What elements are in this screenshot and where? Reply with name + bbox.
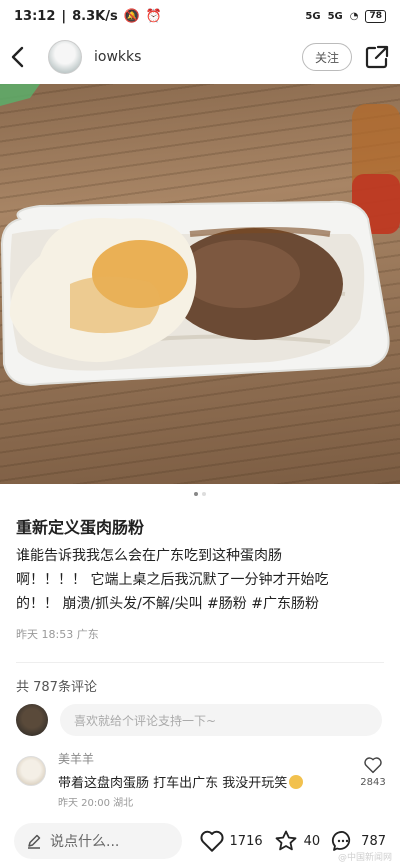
say-something-input[interactable]: 说点什么... <box>14 823 182 859</box>
signal-icon-2: 5G <box>327 10 343 22</box>
food-photo-illustration <box>0 84 400 386</box>
grin-emoji-icon <box>289 775 304 789</box>
comment-item[interactable]: 美羊羊 带着这盘肉蛋肠 打车出广东 我没开玩笑 昨天 20:00 湖北 2843 <box>16 750 388 810</box>
post-meta: 昨天 18:53 广东 <box>16 628 99 641</box>
author-avatar[interactable] <box>48 40 82 74</box>
carousel-indicator <box>0 492 400 496</box>
pencil-icon <box>28 834 41 849</box>
watermark: @中国新闻网 <box>337 853 392 863</box>
comment-text: 带着这盘肉蛋肠 打车出广东 我没开玩笑 <box>58 772 304 791</box>
like-button[interactable]: 1716 <box>199 829 263 853</box>
commenter-avatar[interactable] <box>16 756 46 786</box>
post-detail-page: 13:12 | 8.3K/s 🔕 ⏰ 5G 5G ◔ 78 iowkks 关注 <box>0 0 400 867</box>
post-body-line: 啊！！！！ 它端上桌之后我沉默了一分钟才开始吃 <box>16 572 329 588</box>
alarm-icon: ⏰ <box>145 8 163 24</box>
comment-meta: 昨天 20:00 湖北 <box>58 798 134 809</box>
mute-icon: 🔕 <box>123 8 140 24</box>
comment-input-row: 喜欢就给个评论支持一下~ <box>16 704 382 736</box>
like-count: 1716 <box>229 833 263 849</box>
heart-outline-icon <box>364 757 382 774</box>
wifi-icon: ◔ <box>349 10 359 22</box>
say-something-placeholder: 说点什么... <box>50 834 120 850</box>
post-header: iowkks 关注 <box>0 34 400 80</box>
my-avatar <box>16 704 48 736</box>
follow-button[interactable]: 关注 <box>302 43 352 71</box>
post-body-line: 谁能告诉我我怎么会在广东吃到这种蛋肉肠 <box>16 548 282 564</box>
commenter-name[interactable]: 美羊羊 <box>58 750 94 767</box>
favorite-count: 40 <box>303 833 321 849</box>
chevron-left-icon <box>11 46 24 68</box>
author-username[interactable]: iowkks <box>94 49 302 65</box>
comment-count: 共 787条评论 <box>16 680 97 695</box>
post-title: 重新定义蛋肉肠粉 <box>16 518 145 537</box>
comment-like-count: 2843 <box>360 777 386 788</box>
carousel-dot <box>202 492 206 496</box>
comment-like-button[interactable]: 2843 <box>358 756 388 788</box>
back-button[interactable] <box>10 42 34 72</box>
heart-outline-icon <box>200 830 224 852</box>
post-body: 谁能告诉我我怎么会在广东吃到这种蛋肉肠 啊！！！！ 它端上桌之后我沉默了一分钟才… <box>16 544 388 616</box>
carousel-dot-active <box>194 492 198 496</box>
divider <box>16 662 384 663</box>
post-body-line: 的！！ 崩溃/抓头发/不解/尖叫 #肠粉 #广东肠粉 <box>16 596 319 612</box>
signal-icon-1: 5G <box>305 10 321 22</box>
status-time: 13:12 <box>14 8 56 24</box>
status-bar: 13:12 | 8.3K/s 🔕 ⏰ 5G 5G ◔ 78 <box>0 0 400 32</box>
comment-input[interactable]: 喜欢就给个评论支持一下~ <box>60 704 382 736</box>
network-speed: 8.3K/s <box>72 8 118 24</box>
share-button[interactable] <box>364 44 390 70</box>
post-photo[interactable] <box>0 84 400 484</box>
comment-count-bottom: 787 <box>361 833 386 849</box>
battery-indicator: 78 <box>365 9 386 23</box>
star-outline-icon <box>275 830 297 851</box>
share-icon <box>365 45 389 69</box>
favorite-button[interactable]: 40 <box>273 829 321 853</box>
